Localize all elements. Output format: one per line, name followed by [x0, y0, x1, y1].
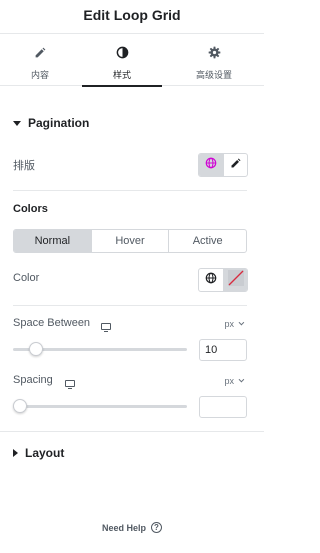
- divider: [0, 431, 264, 432]
- space-between-slider-handle[interactable]: [29, 342, 43, 356]
- gear-icon: [174, 46, 254, 60]
- spacing-slider-track[interactable]: [13, 405, 187, 408]
- space-between-input[interactable]: 10: [199, 339, 247, 361]
- half-circle-icon: [82, 46, 162, 60]
- color-controls: [198, 268, 248, 292]
- tab-content-label: 内容: [30, 70, 49, 80]
- pencil-icon: [0, 46, 80, 60]
- tab-style-label: 样式: [112, 70, 131, 80]
- need-help-label: Need Help: [101, 522, 146, 533]
- tab-advanced-label: 高级设置: [195, 70, 232, 80]
- divider: [13, 190, 247, 191]
- state-tab-active[interactable]: Active: [168, 230, 246, 252]
- spacing-unit: px: [224, 376, 234, 386]
- state-tabs: Normal Hover Active: [13, 229, 247, 253]
- globe-icon: [205, 271, 217, 289]
- color-swatch-button[interactable]: [223, 269, 247, 291]
- colors-heading: Colors: [13, 203, 48, 215]
- layout-section-toggle[interactable]: Layout: [13, 446, 64, 460]
- space-between-unit: px: [224, 319, 234, 329]
- chevron-down-icon: [238, 319, 245, 326]
- divider: [13, 305, 247, 306]
- state-tab-normal[interactable]: Normal: [14, 230, 91, 252]
- pagination-section-title: Pagination: [28, 116, 90, 130]
- layout-section-title: Layout: [25, 446, 65, 460]
- tab-content[interactable]: 内容: [0, 34, 78, 86]
- tab-advanced[interactable]: 高级设置: [174, 34, 254, 86]
- spacing-unit-select[interactable]: px: [224, 376, 245, 386]
- spacing-label: Spacing: [13, 374, 53, 386]
- spacing-input[interactable]: [199, 396, 247, 418]
- desktop-icon[interactable]: [101, 319, 111, 332]
- panel-title: Edit Loop Grid: [83, 7, 181, 23]
- chevron-down-icon: [238, 376, 245, 383]
- pagination-section-toggle[interactable]: Pagination: [13, 116, 89, 130]
- question-icon: ?: [151, 522, 162, 533]
- color-label: Color: [13, 272, 40, 284]
- tab-style[interactable]: 样式: [82, 34, 162, 87]
- panel-header: Edit Loop Grid: [0, 0, 264, 34]
- pencil-icon: [230, 156, 242, 174]
- panel-tabs: 内容 样式 高级设置: [0, 34, 264, 87]
- global-typography-button[interactable]: [199, 154, 223, 176]
- caret-down-icon: [13, 120, 21, 126]
- typography-controls: [198, 153, 248, 177]
- caret-right-icon: [13, 449, 18, 457]
- space-between-unit-select[interactable]: px: [224, 319, 245, 329]
- globe-icon: [205, 156, 217, 174]
- desktop-icon[interactable]: [65, 376, 75, 389]
- state-tab-hover[interactable]: Hover: [90, 230, 169, 252]
- typography-label: 排版: [13, 160, 35, 172]
- no-color-icon: [227, 269, 244, 291]
- global-color-button[interactable]: [199, 269, 223, 291]
- edit-typography-button[interactable]: [223, 154, 247, 176]
- spacing-slider-handle[interactable]: [13, 399, 27, 413]
- need-help-link[interactable]: Need Help ?: [0, 522, 264, 533]
- space-between-label: Space Between: [13, 317, 91, 329]
